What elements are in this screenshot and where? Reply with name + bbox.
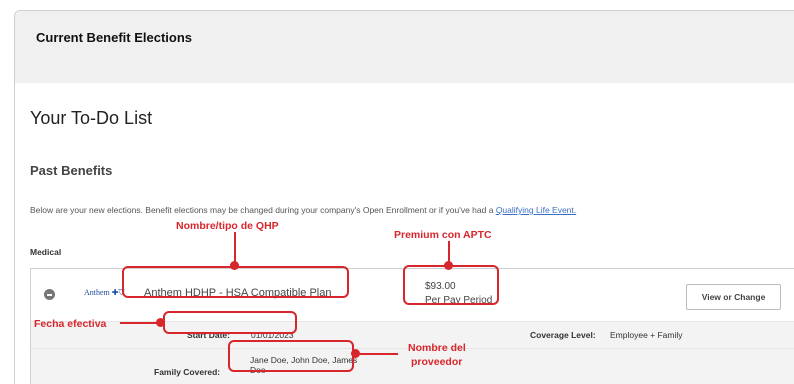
qualifying-life-event-link[interactable]: Qualifying Life Event. [496,205,576,215]
annotation-provider-line [358,353,398,355]
annotation-effective-line [120,322,160,324]
anthem-logo: Anthem ✚⛉ [84,288,125,297]
coverage-level-label: Coverage Level: [530,330,596,340]
collapse-icon[interactable] [44,289,55,300]
annotation-qhp-box [122,266,349,298]
family-covered-label: Family Covered: [154,367,221,377]
annotation-qhp: Nombre/tipo de QHP [176,220,279,232]
coverage-level-value: Employee + Family [610,330,683,340]
medical-label: Medical [30,247,62,257]
annotation-effective: Fecha efectiva [34,318,107,330]
annotation-provider-box [228,340,354,372]
annotation-premium: Premium con APTC [394,229,492,241]
intro-text: Below are your new elections. Benefit el… [30,205,576,215]
annotation-provider-2: proveedor [411,356,463,368]
header-band: Current Benefit Elections [15,11,794,83]
annotation-provider-1: Nombre del [408,342,466,354]
benefits-panel: Current Benefit Elections Your To-Do Lis… [14,10,794,384]
intro-body: Below are your new elections. Benefit el… [30,205,496,215]
annotation-premium-box [403,265,499,305]
todo-title: Your To-Do List [30,108,153,128]
annotation-qhp-line [234,232,236,264]
view-or-change-button[interactable]: View or Change [686,284,781,310]
annotation-effective-box [163,311,297,334]
past-benefits-title: Past Benefits [30,163,113,178]
section-title: Current Benefit Elections [36,30,193,45]
